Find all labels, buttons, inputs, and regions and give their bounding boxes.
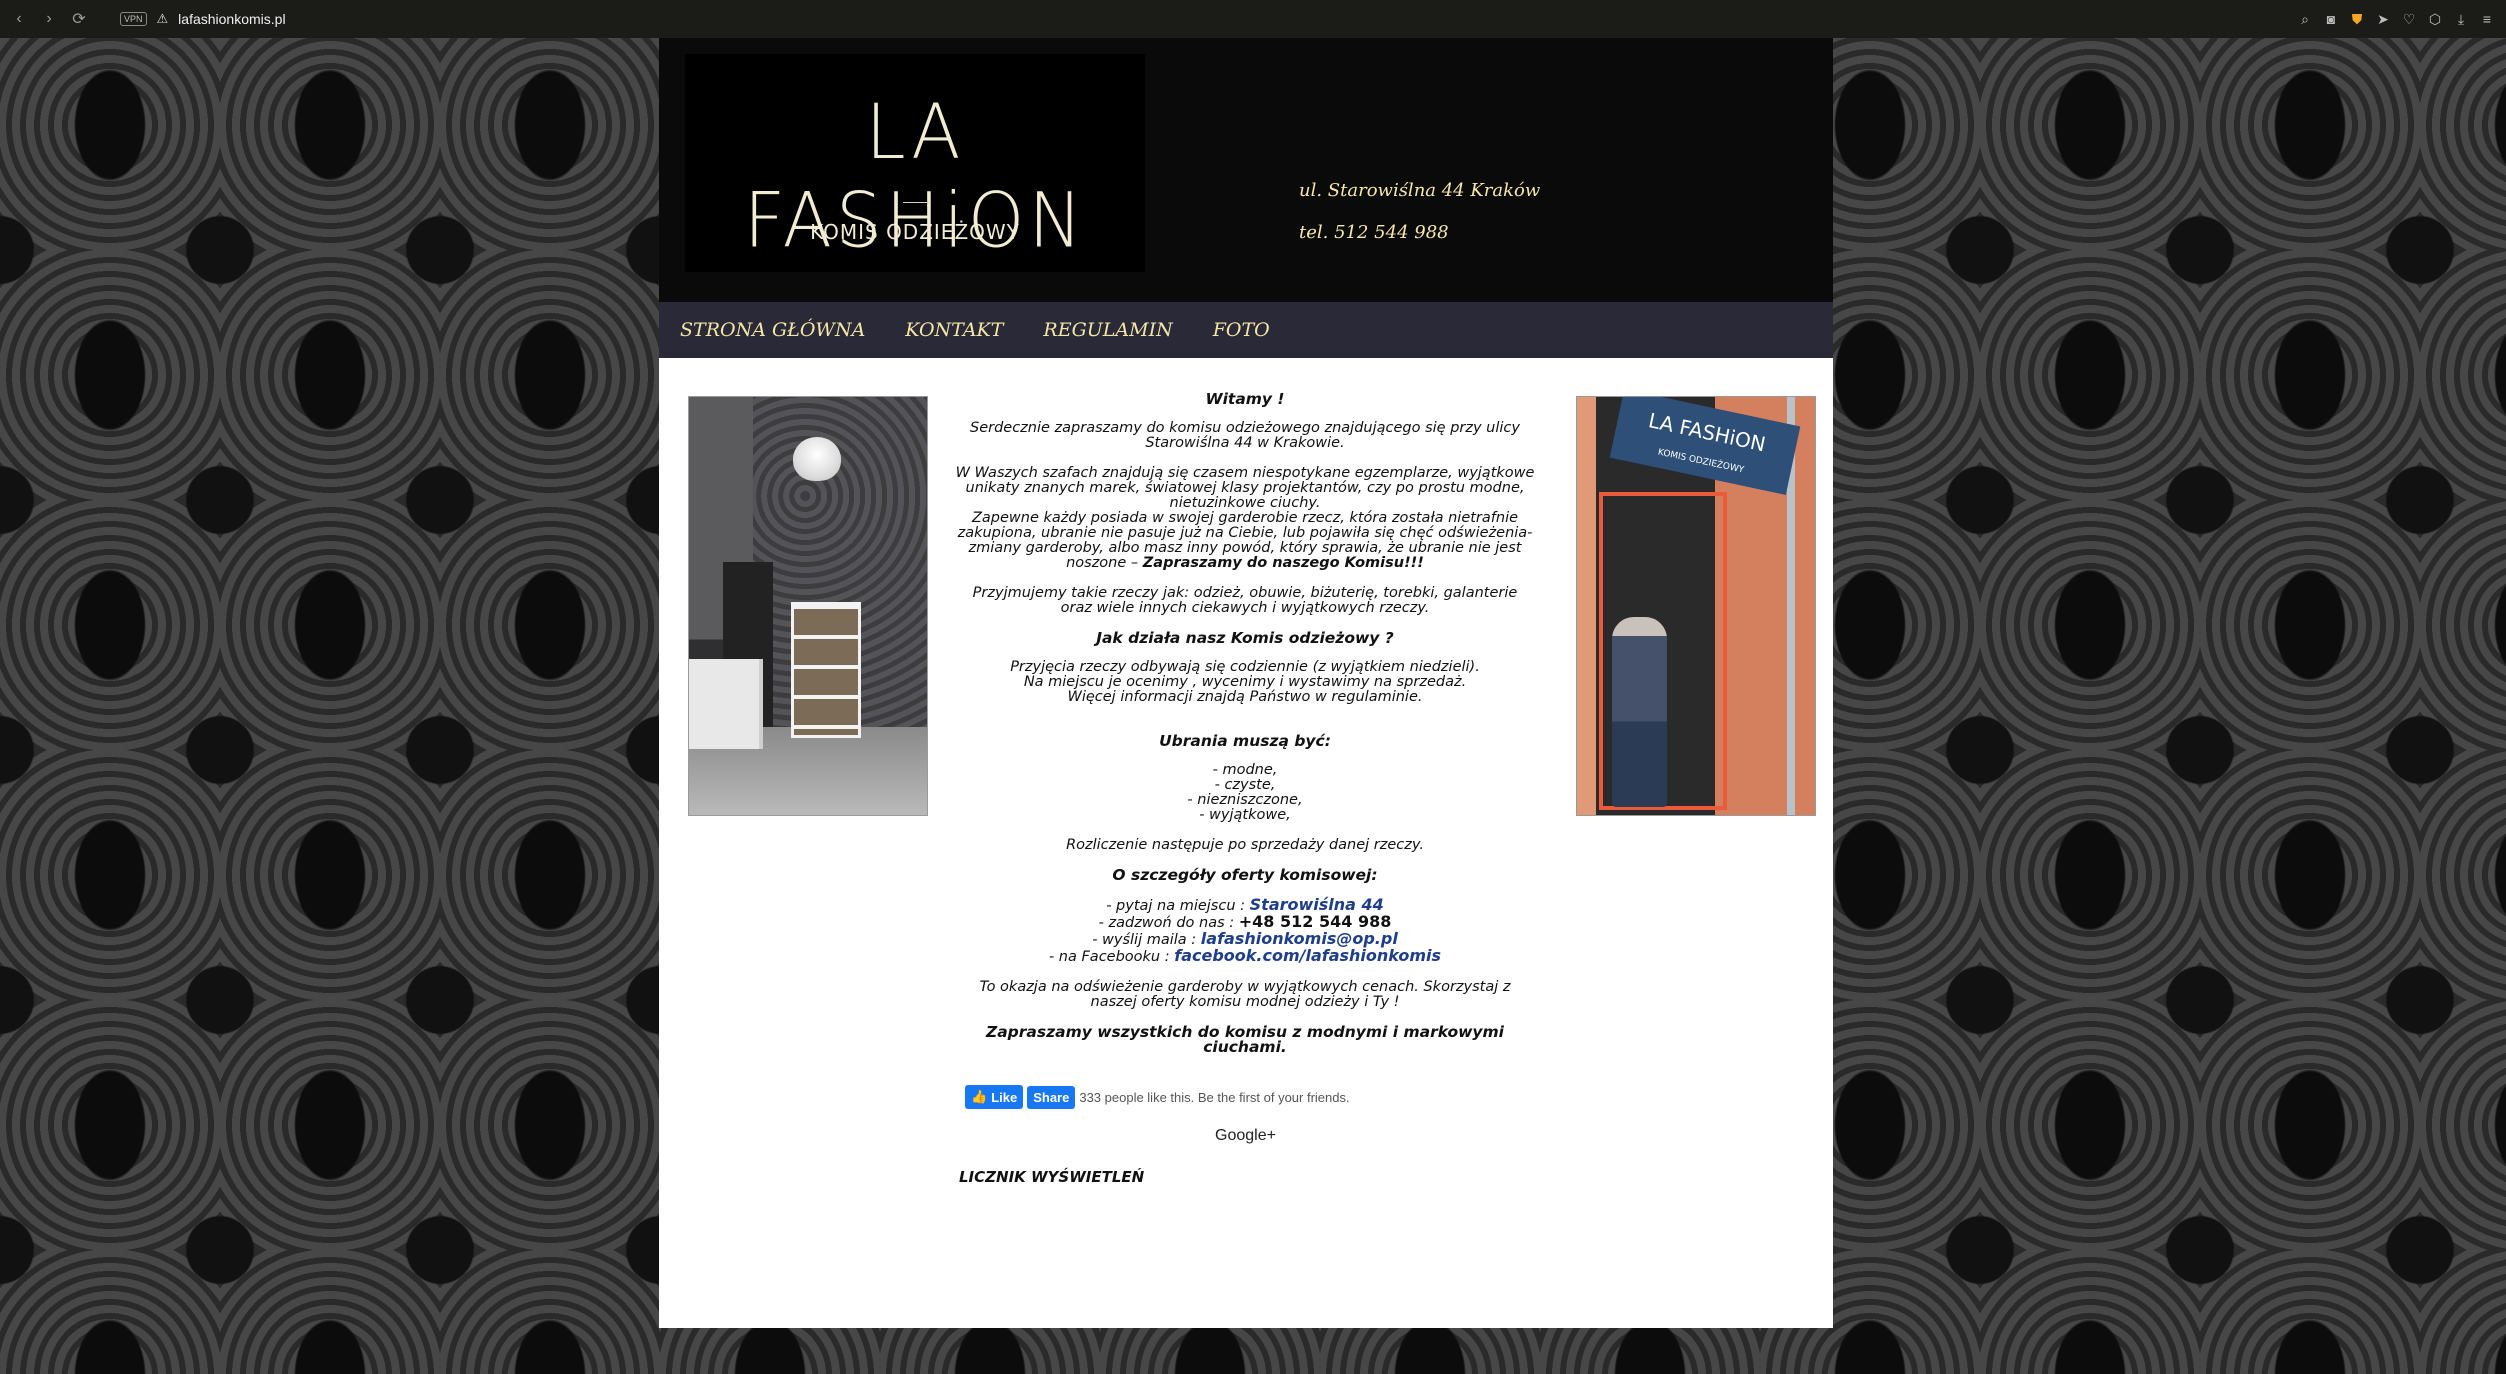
shop-front-photo: LA FASHiON KOMIS ODZIEŻOWY [1576, 396, 1816, 816]
camera-icon[interactable]: ◙ [2322, 11, 2340, 27]
accepted-items: Przyjmujemy takie rzeczy jak: odzież, ob… [972, 585, 1518, 616]
how-heading: Jak działa nasz Komis odzieżowy ? [1096, 629, 1394, 647]
shop-interior-photo [688, 396, 928, 816]
main-nav: STRONA GŁÓWNA KONTAKT REGULAMIN FOTO [659, 302, 1833, 358]
vpn-badge[interactable]: VPN [120, 12, 147, 26]
forward-icon[interactable]: › [38, 8, 60, 30]
google-plus-button[interactable]: Google+ [1215, 1127, 1276, 1145]
photo-chandelier [793, 437, 841, 481]
contact-info: ul. Starowiślna 44 Kraków tel. 512 544 9… [1299, 170, 1540, 254]
main-content: Witamy ! Serdecznie zapraszamy do komisu… [659, 358, 1833, 1328]
like-label: Like [991, 1089, 1018, 1105]
contact-ask-label: - pytaj na miejscu : [1106, 898, 1246, 914]
download-icon[interactable]: ⤓ [2452, 11, 2470, 28]
how-line-3: Więcej informacji znajdą Państwo w regul… [1067, 689, 1423, 705]
contact-fb-label: - na Facebooku : [1048, 949, 1170, 965]
how-line-2: Na miejscu je ocenimy , wycenimy i wysta… [1023, 674, 1467, 690]
paragraph-wardrobe: W Waszych szafach znajdują się czasem ni… [955, 466, 1535, 571]
must-list: - modne, - czyste, - niezniszczone, - wy… [955, 763, 1535, 823]
send-icon[interactable]: ➤ [2374, 11, 2392, 28]
toolbar-actions: ⌕ ◙ ⛊ ➤ ♡ ⬡ ⤓ ≡ [2296, 0, 2496, 38]
site-logo[interactable]: LA FASHiON KOMIS ODZIEŻOWY [685, 54, 1145, 272]
nav-item-contact[interactable]: KONTAKT [905, 319, 1003, 341]
intro-paragraph: Serdecznie zapraszamy do komisu odzieżow… [970, 420, 1520, 451]
like-count-text: 333 people like this. Be the first of yo… [1079, 1089, 1350, 1105]
nav-item-photo[interactable]: FOTO [1213, 319, 1270, 341]
heart-icon[interactable]: ♡ [2400, 11, 2418, 28]
search-icon[interactable]: ⌕ [2296, 11, 2314, 28]
list-item: - modne, [1212, 762, 1278, 778]
paragraph-wardrobe-1: W Waszych szafach znajdują się czasem ni… [955, 465, 1535, 511]
back-icon[interactable]: ‹ [8, 8, 30, 30]
facebook-widget: 👍 Like Share 333 people like this. Be th… [965, 1085, 1350, 1109]
occasion-text: To okazja na odświeżenie garderoby w wyj… [979, 979, 1511, 1010]
nav-item-home[interactable]: STRONA GŁÓWNA [680, 319, 865, 341]
photo-mannequin [1612, 617, 1667, 807]
list-item: - niezniszczone, [1187, 792, 1303, 808]
address-bar[interactable]: lafashionkomis.pl [178, 11, 285, 27]
list-item: - czyste, [1214, 777, 1276, 793]
photo-sign: LA FASHiON KOMIS ODZIEŻOWY [1609, 397, 1801, 495]
site-header: LA FASHiON KOMIS ODZIEŻOWY ul. Starowiśl… [659, 38, 1833, 302]
thumbs-up-icon: 👍 [971, 1089, 988, 1104]
phone-text: tel. 512 544 988 [1299, 222, 1449, 243]
like-button[interactable]: 👍 Like [965, 1085, 1024, 1109]
greeting-heading: Witamy ! [1205, 390, 1285, 408]
shield-icon[interactable]: ⛊ [2348, 11, 2366, 28]
list-item: - wyjątkowe, [1199, 807, 1291, 823]
logo-subtitle: KOMIS ODZIEŻOWY [810, 220, 1020, 244]
view-counter-label: LICZNIK WYŚWIETLEŃ [959, 1168, 1145, 1186]
address-text: ul. Starowiślna 44 Kraków [1299, 180, 1541, 201]
nav-item-rules[interactable]: REGULAMIN [1043, 319, 1172, 341]
contact-list: - pytaj na miejscu : Starowiślna 44 - za… [955, 897, 1535, 965]
how-line-1: Przyjęcia rzeczy odbywają się codziennie… [1010, 659, 1480, 675]
invite-inline: Zapraszamy do naszego Komisu!!! [1142, 555, 1424, 571]
photo-shelf [791, 602, 861, 738]
logo-divider [903, 202, 929, 203]
photo-desk [689, 659, 763, 749]
welcome-text: Witamy ! Serdecznie zapraszamy do komisu… [955, 390, 1535, 1069]
share-button[interactable]: Share [1027, 1085, 1076, 1109]
invite-text: Zapraszamy wszystkich do komisu z modnym… [985, 1023, 1505, 1056]
browser-toolbar: ‹ › ⟳ VPN ⚠ lafashionkomis.pl ⌕ ◙ ⛊ ➤ ♡ … [0, 0, 2506, 38]
page-container: LA FASHiON KOMIS ODZIEŻOWY ul. Starowiśl… [659, 38, 1833, 1328]
menu-icon[interactable]: ≡ [2478, 11, 2496, 27]
settlement-text: Rozliczenie następuje po sprzedaży danej… [1066, 837, 1424, 853]
reload-icon[interactable]: ⟳ [68, 8, 90, 30]
box-icon[interactable]: ⬡ [2426, 11, 2444, 28]
contact-facebook: - na Facebooku : facebook.com/lafashionk… [955, 948, 1535, 965]
details-heading: O szczegóły oferty komisowej: [1112, 866, 1378, 884]
warning-icon[interactable]: ⚠ [157, 11, 169, 27]
facebook-link[interactable]: facebook.com/lafashionkomis [1174, 946, 1441, 965]
how-text: Przyjęcia rzeczy odbywają się codziennie… [955, 660, 1535, 705]
must-heading: Ubrania muszą być: [1159, 732, 1331, 750]
